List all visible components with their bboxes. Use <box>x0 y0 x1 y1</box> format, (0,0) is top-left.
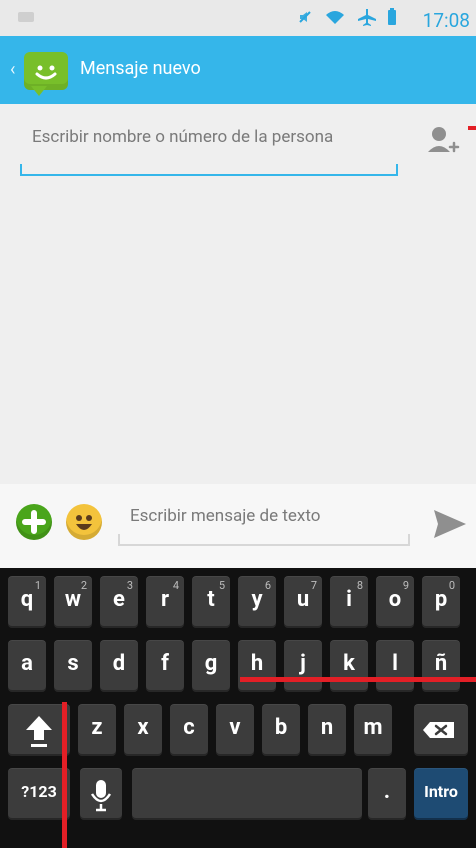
battery-icon <box>386 8 398 30</box>
key-label: t <box>207 587 215 612</box>
symbols-key[interactable]: ?123 <box>8 768 70 820</box>
key-label: s <box>67 651 79 676</box>
key-q[interactable]: 1q <box>8 576 46 628</box>
key-label: u <box>296 587 310 612</box>
send-icon[interactable] <box>428 504 472 544</box>
shift-icon[interactable] <box>8 704 70 756</box>
key-z[interactable]: z <box>78 704 116 756</box>
mic-icon[interactable] <box>80 768 122 820</box>
annotation-line-vertical <box>62 702 67 848</box>
key-d[interactable]: d <box>100 640 138 692</box>
key-label: b <box>274 715 288 740</box>
key-k[interactable]: k <box>330 640 368 692</box>
recipient-input-underline <box>20 164 398 176</box>
key-a[interactable]: a <box>8 640 46 692</box>
key-h[interactable]: h <box>238 640 276 692</box>
key-label: d <box>112 651 126 676</box>
key-u[interactable]: 7u <box>284 576 322 628</box>
mute-icon <box>296 8 314 30</box>
key-t[interactable]: 5t <box>192 576 230 628</box>
key-label: e <box>113 587 125 612</box>
keyboard-row-3: zxcvbnm <box>0 704 476 768</box>
add-attachment-icon[interactable] <box>16 504 52 540</box>
key-label: c <box>183 715 195 740</box>
key-l[interactable]: l <box>376 640 414 692</box>
key-label: q <box>20 587 34 612</box>
back-chevron-icon[interactable]: ‹ <box>10 61 22 79</box>
key-label: o <box>388 587 402 612</box>
key-label: ?123 <box>21 782 57 801</box>
action-bar: ‹ Mensaje nuevo <box>0 36 476 104</box>
key-v[interactable]: v <box>216 704 254 756</box>
key-label: n <box>320 715 334 740</box>
key-label: j <box>300 651 306 676</box>
key-n[interactable]: n <box>308 704 346 756</box>
keyboard-row-2: asdfghjklñ <box>0 640 476 704</box>
key-label: l <box>392 651 398 676</box>
compose-area: Escribir nombre o número de la persona <box>0 104 476 484</box>
keyboard: 1q2w3e4r5t6y7u8i9o0p asdfghjklñ zxcvbnm … <box>0 568 476 848</box>
recipient-placeholder[interactable]: Escribir nombre o número de la persona <box>32 126 382 149</box>
key-g[interactable]: g <box>192 640 230 692</box>
key-label: Intro <box>424 782 458 801</box>
key-label: f <box>161 651 169 676</box>
key-w[interactable]: 2w <box>54 576 92 628</box>
emoji-icon[interactable] <box>66 504 102 540</box>
key-label: w <box>64 587 82 612</box>
key-b[interactable]: b <box>262 704 300 756</box>
key-e[interactable]: 3e <box>100 576 138 628</box>
key-o[interactable]: 9o <box>376 576 414 628</box>
key-c[interactable]: c <box>170 704 208 756</box>
key-label: p <box>434 587 448 612</box>
message-input-underline <box>118 534 410 546</box>
key-p[interactable]: 0p <box>422 576 460 628</box>
backspace-icon[interactable] <box>414 704 468 756</box>
status-time: 17:08 <box>422 9 470 32</box>
key-label: z <box>91 715 103 740</box>
message-bar: Escribir mensaje de texto <box>0 484 476 568</box>
add-contact-icon[interactable] <box>422 122 460 160</box>
annotation-marker <box>468 126 476 130</box>
period-key[interactable]: . <box>368 768 406 820</box>
key-label: g <box>204 651 218 676</box>
message-input-placeholder[interactable]: Escribir mensaje de texto <box>130 506 320 526</box>
key-f[interactable]: f <box>146 640 184 692</box>
key-y[interactable]: 6y <box>238 576 276 628</box>
key-label: m <box>363 715 383 740</box>
key-label: x <box>137 715 149 740</box>
keyboard-row-4: ?123. Intro <box>0 768 476 832</box>
key-label: i <box>346 587 352 612</box>
airplane-icon <box>356 8 378 30</box>
key-ñ[interactable]: ñ <box>422 640 460 692</box>
key-label: a <box>21 651 33 676</box>
status-bar: 17:08 <box>0 0 476 36</box>
key-m[interactable]: m <box>354 704 392 756</box>
key-label: v <box>229 715 241 740</box>
keyboard-row-1: 1q2w3e4r5t6y7u8i9o0p <box>0 576 476 640</box>
key-label: ñ <box>434 651 448 676</box>
status-icons <box>296 8 398 30</box>
messaging-app-icon[interactable] <box>24 52 68 96</box>
annotation-line-horizontal <box>240 677 476 682</box>
key-j[interactable]: j <box>284 640 322 692</box>
wifi-icon <box>322 8 348 30</box>
key-r[interactable]: 4r <box>146 576 184 628</box>
enter-key[interactable]: Intro <box>414 768 468 820</box>
key-x[interactable]: x <box>124 704 162 756</box>
key-label: . <box>383 779 391 804</box>
key-i[interactable]: 8i <box>330 576 368 628</box>
key-label: y <box>251 587 263 612</box>
notification-icon <box>18 12 34 22</box>
key-label: r <box>160 587 170 612</box>
key-label: h <box>250 651 264 676</box>
key-s[interactable]: s <box>54 640 92 692</box>
page-title: Mensaje nuevo <box>80 58 201 79</box>
key-label: k <box>343 651 355 676</box>
space-key[interactable] <box>132 768 362 820</box>
